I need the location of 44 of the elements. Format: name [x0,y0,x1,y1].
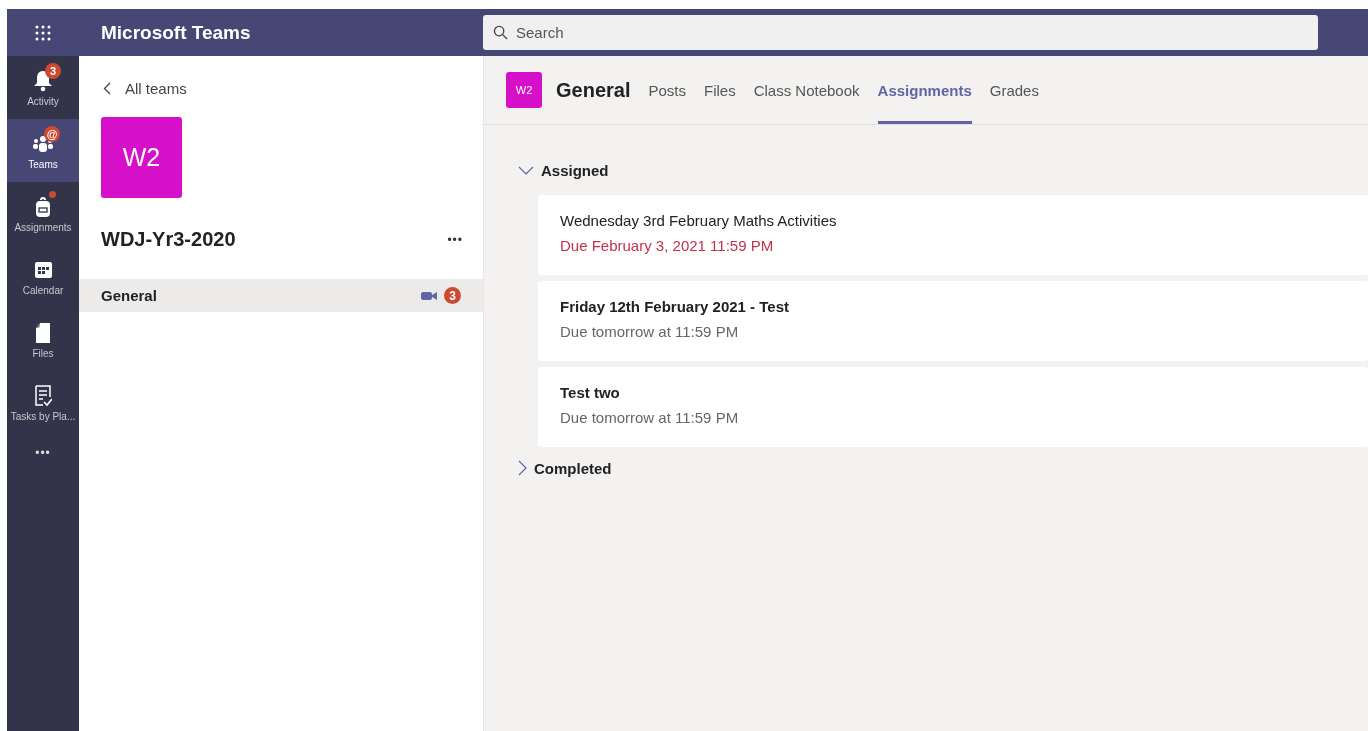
channel-name: General [101,287,158,304]
checklist-icon [34,384,52,407]
channel-item[interactable]: General 3 [79,279,483,312]
assignment-card[interactable]: Wednesday 3rd February Maths Activities Due February 3, 2021 11:59 PM [538,195,1368,275]
assignment-title: Friday 12th February 2021 - Test [560,298,789,315]
rail-item[interactable]: 3 Activity [7,56,79,119]
more-apps-button[interactable]: ••• [7,434,79,460]
team-avatar: W2 [101,117,182,198]
backpack-icon [35,195,51,218]
tab[interactable]: Class Notebook [753,56,860,124]
app-launcher-icon[interactable] [34,23,52,42]
section-header[interactable]: Completed [518,453,612,483]
search-field[interactable]: Search [483,15,1318,50]
assignment-card[interactable]: Test two Due tomorrow at 11:59 PM [538,367,1368,447]
chevron-down-icon [518,165,534,175]
assignment-title: Wednesday 3rd February Maths Activities [560,212,837,229]
tab[interactable]: Grades [989,56,1039,124]
section-header[interactable]: Assigned [518,155,609,185]
chevron-right-icon [518,460,527,476]
rail-item[interactable]: Assignments [7,182,79,245]
file-icon [35,321,51,344]
rail-item[interactable]: Tasks by Pla... [7,371,79,434]
assignment-card[interactable]: Friday 12th February 2021 - Test Due tomorrow at 11:59 PM [538,281,1368,361]
channel-avatar: W2 [506,72,542,108]
rail-item[interactable]: Files [7,308,79,371]
tab[interactable]: Files [704,56,736,124]
rail-item[interactable]: Calendar [7,245,79,308]
due-date: Due February 3, 2021 11:59 PM [560,237,774,254]
app-title: Microsoft Teams [100,21,252,44]
count-badge: 3 [444,287,461,304]
rail-item[interactable]: @ Teams [7,119,79,182]
more-options-button[interactable]: ••• [447,232,463,247]
tab[interactable]: Assignments [877,56,972,124]
all-teams-link[interactable]: All teams [103,80,187,97]
calendar-icon [33,260,53,279]
back-chevron-icon [103,82,111,95]
due-date: Due tomorrow at 11:59 PM [560,409,739,426]
assignment-title: Test two [560,384,620,401]
notification-badge: 3 [45,62,61,79]
notification-badge: @ [44,125,60,142]
team-name: WDJ-Yr3-2020 [101,228,236,251]
tab[interactable]: Posts [648,56,686,124]
channel-title: General [556,78,631,102]
due-date: Due tomorrow at 11:59 PM [560,323,739,340]
